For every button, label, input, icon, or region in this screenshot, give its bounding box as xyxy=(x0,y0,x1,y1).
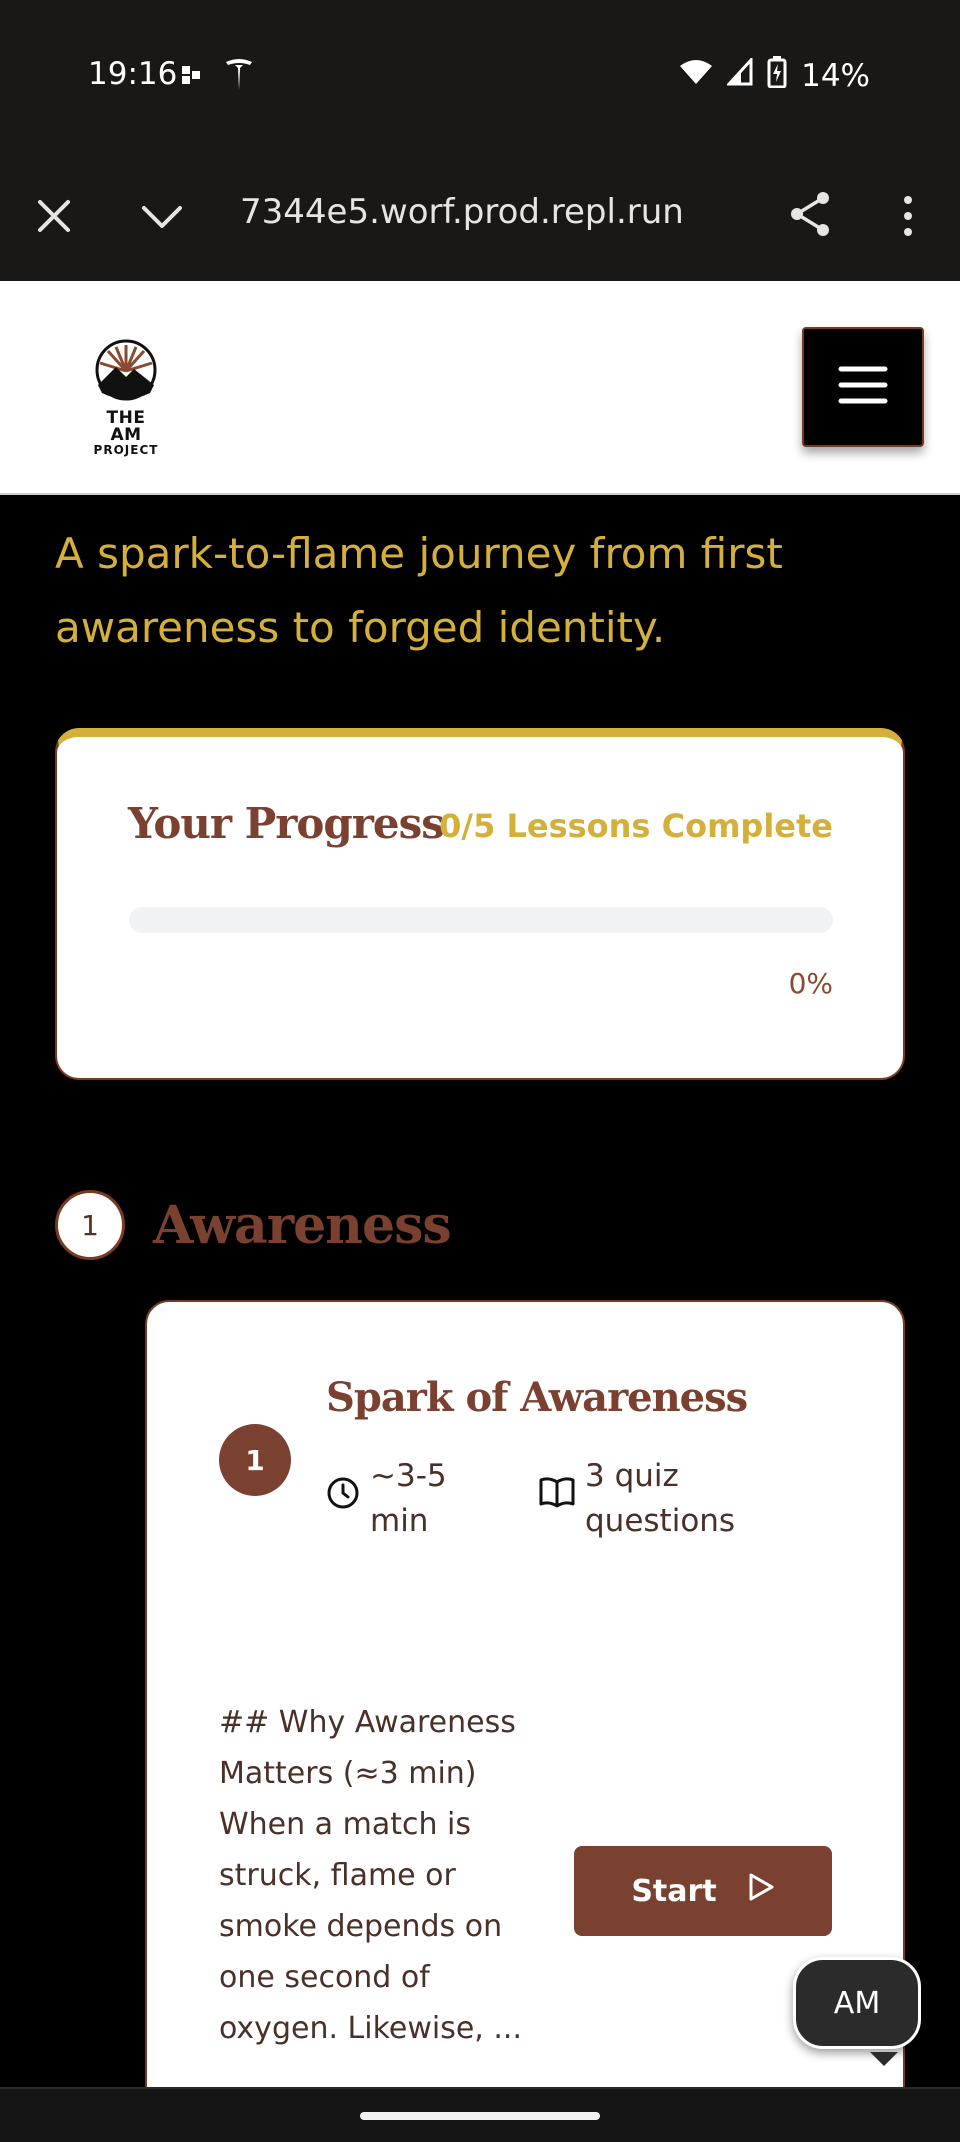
notification-dots-icon xyxy=(180,64,202,91)
lesson-duration-text: ~3-5 min xyxy=(370,1458,447,1539)
wifi-icon xyxy=(679,58,713,94)
status-bar: 19:16 14% xyxy=(0,0,960,150)
lesson-number-badge: 1 xyxy=(219,1424,291,1496)
site-logo[interactable]: THE AM PROJECT xyxy=(90,339,162,456)
progress-title: Your Progress xyxy=(128,799,445,848)
main-content: A spark-to-flame journey from first awar… xyxy=(0,497,960,2087)
menu-button[interactable] xyxy=(802,327,924,447)
battery-level: 14% xyxy=(801,58,870,94)
clock-icon xyxy=(326,1476,360,1523)
status-right: 14% xyxy=(679,56,870,96)
play-icon xyxy=(747,1872,775,1910)
lesson-quiz: 3 quiz questions xyxy=(539,1454,739,1544)
sunburst-mountain-icon xyxy=(94,339,158,405)
start-button-label: Start xyxy=(631,1873,717,1909)
open-book-icon xyxy=(539,1476,575,1521)
logo-line-2: PROJECT xyxy=(93,443,159,457)
section-header: 1 Awareness xyxy=(55,1190,452,1260)
chevron-down-icon[interactable] xyxy=(140,204,184,237)
battery-icon xyxy=(767,56,787,96)
start-button[interactable]: Start xyxy=(574,1846,832,1936)
section-number-badge: 1 xyxy=(55,1190,125,1260)
lesson-quiz-text: 3 quiz questions xyxy=(585,1458,736,1539)
am-chat-button[interactable]: AM xyxy=(793,1957,921,2049)
lesson-title[interactable]: Spark of Awareness xyxy=(326,1374,748,1421)
lesson-excerpt: ## Why Awareness Matters (≈3 min) When a… xyxy=(219,1705,522,2046)
progress-count: 0/5 Lessons Complete xyxy=(439,807,833,845)
progress-card: Your Progress 0/5 Lessons Complete 0% xyxy=(55,728,905,1080)
section-title: Awareness xyxy=(153,1194,452,1256)
system-nav-bar xyxy=(0,2087,960,2142)
share-icon[interactable] xyxy=(788,190,832,243)
lesson-duration: ~3-5 min xyxy=(326,1454,456,1544)
cell-signal-icon xyxy=(725,56,753,94)
hamburger-icon xyxy=(838,365,888,410)
home-gesture-handle[interactable] xyxy=(360,2112,600,2120)
status-left-icons xyxy=(180,58,254,97)
close-icon[interactable] xyxy=(36,198,72,239)
progress-percent: 0% xyxy=(788,967,833,1000)
journey-subtitle: A spark-to-flame journey from first awar… xyxy=(55,529,783,652)
lesson-card[interactable]: 1 Spark of Awareness ~3-5 min 3 quiz que… xyxy=(145,1300,905,2087)
url-text[interactable]: 7344e5.worf.prod.repl.run xyxy=(240,192,684,232)
browser-toolbar: 7344e5.worf.prod.repl.run xyxy=(0,150,960,281)
status-time: 19:16 xyxy=(88,56,178,92)
logo-text: THE AM PROJECT xyxy=(90,408,162,457)
site-header: THE AM PROJECT xyxy=(0,281,960,495)
more-vertical-icon[interactable] xyxy=(900,194,916,243)
am-chat-button-tail xyxy=(870,2052,898,2066)
logo-line-1: THE AM xyxy=(106,408,146,445)
progress-bar xyxy=(129,907,833,933)
tesla-icon xyxy=(224,58,254,97)
